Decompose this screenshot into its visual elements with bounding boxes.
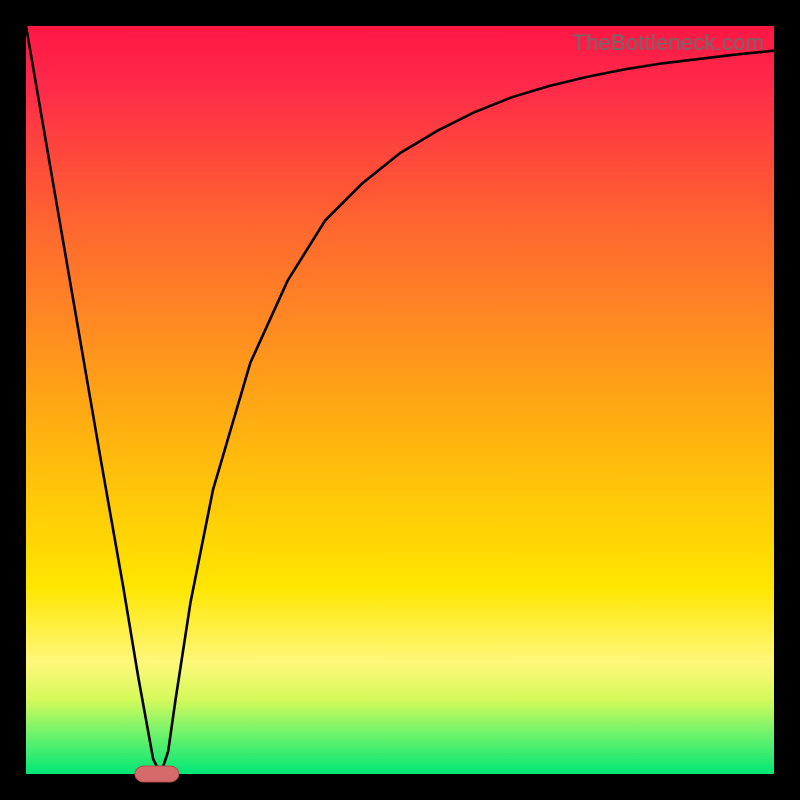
bottleneck-curve [26,26,774,774]
chart-frame: TheBottleneck.com [0,0,800,800]
curve-svg [26,26,774,774]
minimum-marker [135,766,179,782]
plot-area: TheBottleneck.com [26,26,774,774]
